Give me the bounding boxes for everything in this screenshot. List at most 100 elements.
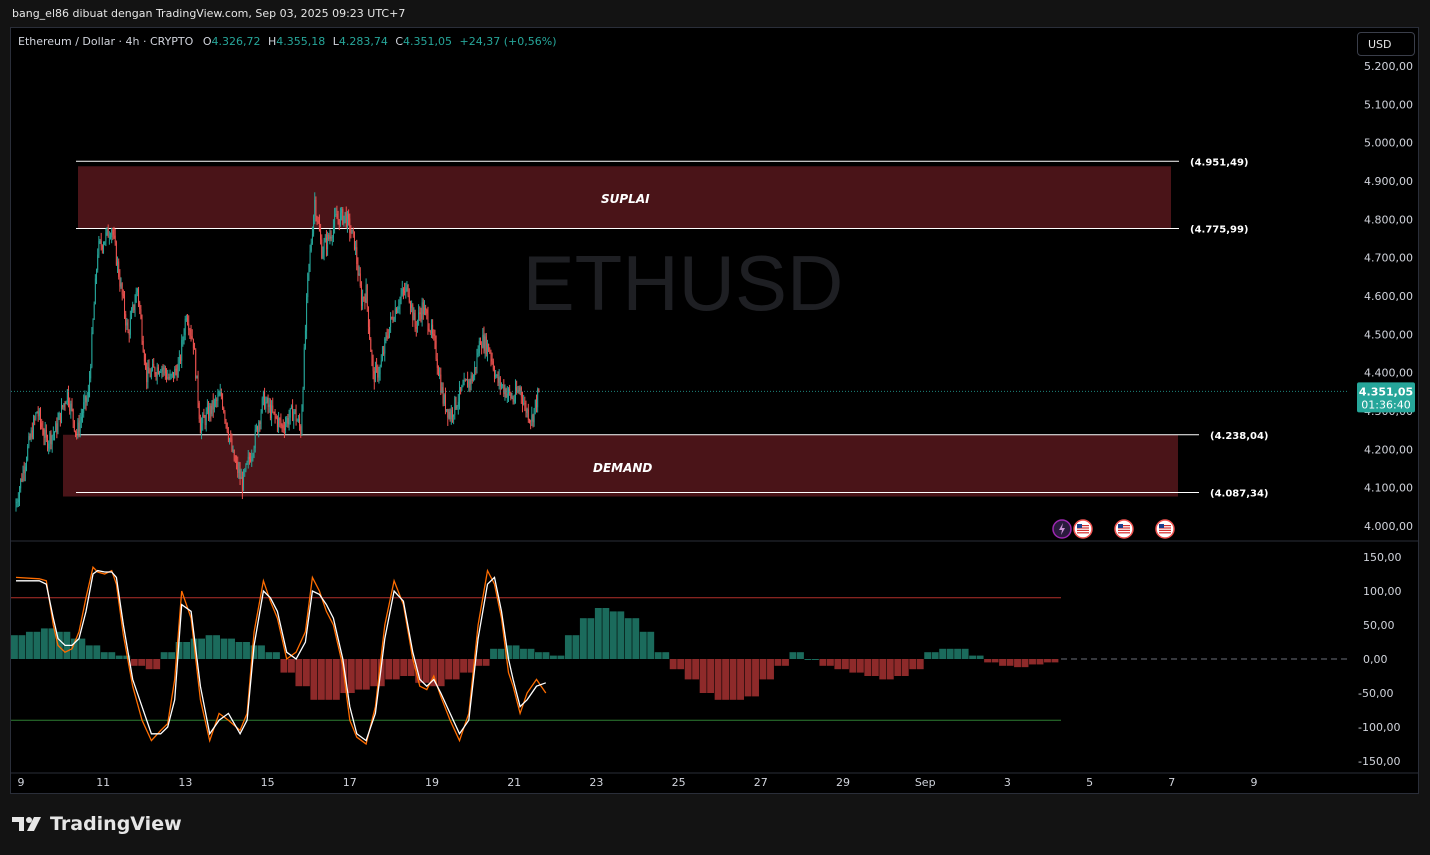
candle-body <box>121 283 123 295</box>
candle-body <box>50 433 52 445</box>
osc-histogram-bar <box>18 635 26 659</box>
flag-stripe <box>1077 532 1089 534</box>
osc-histogram-bar <box>564 635 572 659</box>
candle-body <box>64 403 66 405</box>
osc-histogram-bar <box>729 659 737 700</box>
candle-body <box>127 322 129 333</box>
osc-histogram-bar <box>871 659 879 676</box>
candle-body <box>241 476 243 491</box>
symbol-legend: Ethereum / Dollar · 4h · CRYPTO O4.326,7… <box>18 35 560 48</box>
candle-body <box>290 405 292 409</box>
osc-axis-tick: 50,00 <box>1363 619 1395 632</box>
osc-histogram-bar <box>460 659 468 673</box>
candle-body <box>360 286 362 306</box>
candle-body <box>41 422 43 428</box>
candle-body <box>246 461 248 464</box>
currency-button[interactable]: USD <box>1357 32 1415 56</box>
candle-body <box>178 356 180 364</box>
candle-body <box>87 391 89 398</box>
candle-body <box>198 402 200 419</box>
candle-body <box>194 348 196 350</box>
candle-body <box>191 336 193 339</box>
candle-body <box>325 237 327 250</box>
candle-body <box>390 317 392 327</box>
osc-histogram-bar <box>310 659 318 700</box>
osc-histogram-bar <box>662 652 670 659</box>
candle-body <box>218 395 220 397</box>
candle-body <box>482 334 484 348</box>
candle-body <box>426 309 428 314</box>
candle-body <box>276 417 278 427</box>
osc-histogram-bar <box>535 652 542 659</box>
candle-body <box>27 446 29 461</box>
candle-body <box>161 368 163 372</box>
candle-body <box>387 336 389 338</box>
candle-body <box>362 297 364 306</box>
candle-body <box>338 219 340 226</box>
candle-body <box>345 212 347 227</box>
zone-name-suplai: SUPLAI <box>601 192 650 206</box>
osc-histogram-bar <box>834 659 842 670</box>
tradingview-logo[interactable]: TradingView <box>12 813 182 835</box>
chart-frame[interactable]: ETHUSD (4.951,49) (4.775,99) (4.238,04) (4.… <box>10 27 1419 794</box>
candle-body <box>499 377 501 387</box>
candle-body <box>272 405 274 412</box>
us-flag-event-icon[interactable] <box>1114 519 1134 539</box>
change-value: +24,37 (+0,56%) <box>459 35 557 48</box>
time-axis-tick: 21 <box>507 776 521 789</box>
candle-body <box>59 412 61 423</box>
candle-body <box>33 418 34 438</box>
osc-histogram-bar <box>160 652 168 659</box>
candle-body <box>367 306 369 328</box>
candle-body <box>303 347 305 389</box>
candle-body <box>103 244 104 250</box>
candle-body <box>446 409 448 411</box>
time-axis-tick: 29 <box>836 776 850 789</box>
candle-body <box>511 397 513 399</box>
zone-top-price-label: (4.951,49) <box>1190 157 1249 168</box>
osc-histogram-bar <box>991 659 999 663</box>
watermark-layer: ETHUSD <box>523 239 844 327</box>
osc-histogram-bar <box>258 645 265 659</box>
candle-body <box>224 412 226 420</box>
osc-histogram-bar <box>819 659 827 666</box>
candle-body <box>350 233 352 235</box>
candle-body <box>202 414 204 424</box>
osc-histogram-bar <box>924 652 932 659</box>
osc-histogram-bar <box>295 659 303 687</box>
candle-body <box>253 448 255 455</box>
candle-body <box>113 234 115 236</box>
candle-body <box>383 352 385 354</box>
candle-body <box>374 365 376 383</box>
osc-histogram-bar <box>609 611 617 659</box>
us-flag-event-icon[interactable] <box>1155 519 1175 539</box>
candle-body <box>47 437 48 449</box>
candle-body <box>335 214 337 216</box>
candle-body <box>215 399 217 401</box>
time-axis-tick: 15 <box>261 776 275 789</box>
lightning-event-icon[interactable] <box>1052 519 1072 539</box>
us-flag-event-icon[interactable] <box>1073 519 1093 539</box>
candle-body <box>97 254 99 271</box>
osc-histogram-bar <box>976 655 984 659</box>
candle-body <box>93 304 95 320</box>
candle-body <box>443 394 445 404</box>
candle-body <box>464 379 466 381</box>
candle-body <box>344 212 346 216</box>
candle-body <box>282 425 284 429</box>
candle-body <box>449 411 451 420</box>
time-axis-tick: 25 <box>672 776 686 789</box>
flag-canton <box>1159 524 1164 528</box>
osc-histogram-bar <box>894 659 902 676</box>
candle-body <box>334 215 336 227</box>
candle-body <box>355 247 357 250</box>
candle-body <box>77 422 79 436</box>
osc-histogram-bar <box>707 659 715 693</box>
chart-canvas[interactable]: ETHUSD (4.951,49) (4.775,99) (4.238,04) (4.… <box>11 28 1419 794</box>
candle-body <box>61 405 62 423</box>
candle-body <box>17 499 19 503</box>
candle-body <box>457 401 459 407</box>
candle-body <box>182 339 184 341</box>
candle-body <box>462 385 464 387</box>
candle-body <box>445 394 446 411</box>
